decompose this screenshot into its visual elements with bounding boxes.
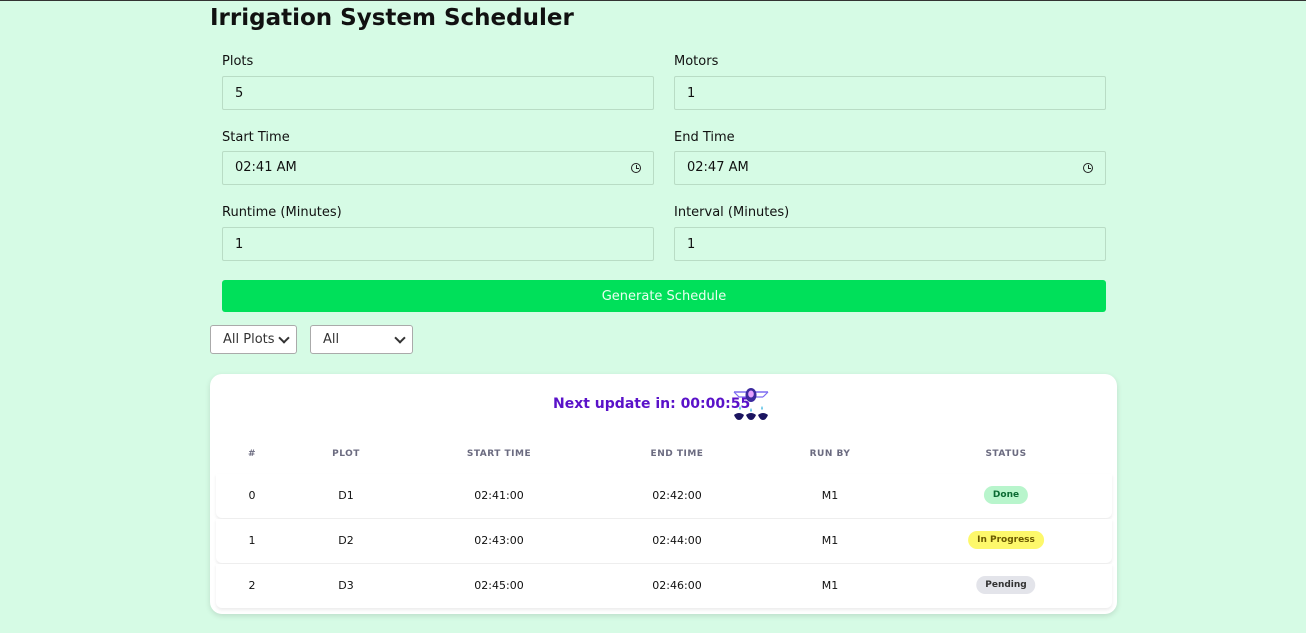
chevron-down-icon (394, 331, 406, 344)
runtime-input[interactable] (235, 228, 641, 260)
motors-input[interactable] (687, 77, 1093, 109)
schedule-card: Next update in: 00:00:55 # PLOT START TI… (210, 374, 1117, 614)
plot-filter-select[interactable]: All Plots (210, 325, 297, 354)
start-time-field[interactable]: 02:41 AM (222, 151, 654, 185)
clock-icon[interactable] (631, 163, 641, 173)
chevron-down-icon (278, 331, 290, 344)
table-row: 0 D1 02:41:00 02:42:00 M1 Done (216, 474, 1112, 518)
row-index: 0 (248, 489, 256, 502)
page-title: Irrigation System Scheduler (210, 5, 574, 31)
interval-label: Interval (Minutes) (674, 205, 790, 220)
row-index: 1 (248, 534, 256, 547)
table-row: 1 D2 02:43:00 02:44:00 M1 In Progress (216, 519, 1112, 563)
row-plot: D3 (338, 579, 354, 592)
end-time-field[interactable]: 02:47 AM (674, 151, 1106, 185)
plots-input[interactable] (235, 77, 641, 109)
interval-input[interactable] (687, 228, 1093, 260)
status-filter-value: All (323, 332, 340, 347)
row-end-time: 02:44:00 (652, 534, 702, 547)
plot-filter-value: All Plots (223, 332, 275, 347)
column-header: START TIME (466, 449, 532, 459)
motors-field[interactable] (674, 76, 1106, 110)
start-time-label: Start Time (222, 130, 290, 145)
row-start-time: 02:45:00 (474, 579, 524, 592)
plots-field[interactable] (222, 76, 654, 110)
runtime-field[interactable] (222, 227, 654, 261)
end-time-label: End Time (674, 130, 735, 145)
plots-label: Plots (222, 54, 254, 69)
status-filter-select[interactable]: All (310, 325, 413, 354)
row-run-by: M1 (821, 489, 839, 502)
table-row: 2 D3 02:45:00 02:46:00 M1 Pending (216, 564, 1112, 608)
row-run-by: M1 (821, 579, 839, 592)
column-header: RUN BY (809, 449, 851, 459)
row-plot: D2 (338, 534, 354, 547)
status-badge: Pending (976, 576, 1036, 594)
status-badge: Done (983, 486, 1029, 504)
row-end-time: 02:42:00 (652, 489, 702, 502)
table-header: # PLOT START TIME END TIME RUN BY STATUS (216, 446, 1112, 475)
column-header: PLOT (332, 449, 360, 459)
row-start-time: 02:43:00 (474, 534, 524, 547)
clock-icon[interactable] (1083, 163, 1093, 173)
irrigation-drone-icon (733, 388, 769, 420)
row-index: 2 (248, 579, 256, 592)
row-run-by: M1 (821, 534, 839, 547)
row-plot: D1 (338, 489, 354, 502)
status-badge: In Progress (968, 531, 1044, 549)
column-header: # (247, 449, 257, 459)
column-header: STATUS (985, 449, 1027, 459)
motors-label: Motors (674, 54, 719, 69)
runtime-label: Runtime (Minutes) (222, 205, 342, 220)
row-start-time: 02:41:00 (474, 489, 524, 502)
end-time-value: 02:47 AM (687, 160, 749, 175)
start-time-value: 02:41 AM (235, 160, 297, 175)
row-end-time: 02:46:00 (652, 579, 702, 592)
next-update-timer: Next update in: 00:00:55 (553, 396, 751, 412)
column-header: END TIME (650, 449, 704, 459)
interval-field[interactable] (674, 227, 1106, 261)
generate-schedule-button[interactable]: Generate Schedule (222, 280, 1106, 312)
